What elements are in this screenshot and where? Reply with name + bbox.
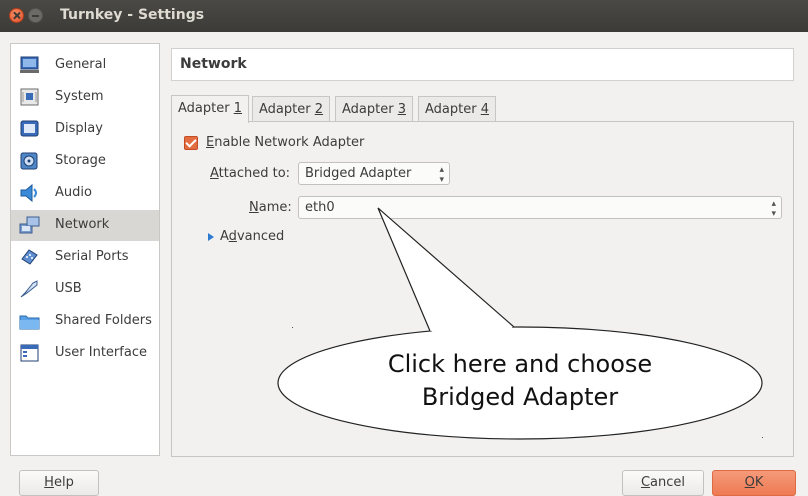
cancel-button[interactable]: Cancel	[622, 470, 704, 496]
callout-bubble	[277, 207, 763, 440]
tab-adapter-1[interactable]: Adapter 1	[171, 95, 249, 123]
ok-button[interactable]: OK	[712, 470, 796, 496]
help-button[interactable]: Help	[19, 470, 99, 496]
callout-text: Click here and choose Bridged Adapter	[387, 350, 653, 411]
